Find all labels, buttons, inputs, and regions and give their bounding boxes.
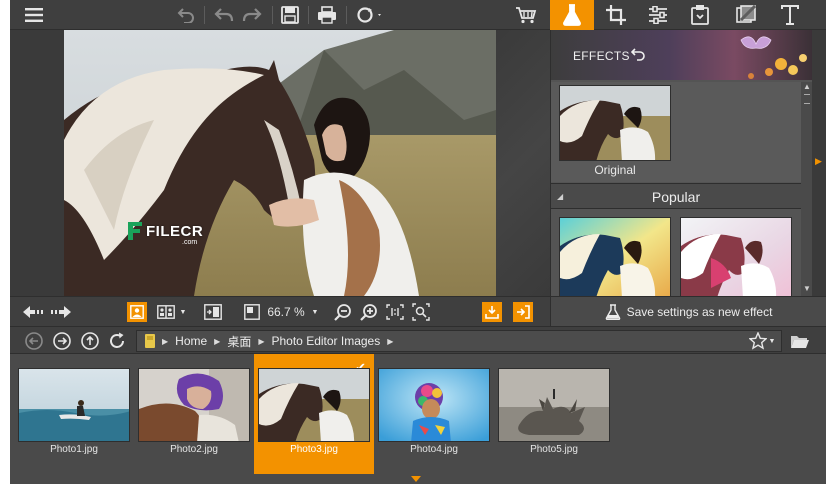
thumbnail-strip: Photo1.jpg Photo2.jpg ✔ Photo3.jpg Photo… bbox=[10, 354, 826, 484]
path-bar[interactable]: ▶ Home ▶ 桌面 ▶ Photo Editor Images ▶ bbox=[136, 330, 782, 352]
original-effect-item[interactable]: Original bbox=[551, 82, 801, 182]
effects-title: EFFECTS bbox=[573, 49, 630, 63]
single-view-icon[interactable] bbox=[127, 302, 147, 322]
watermark-sub: .com bbox=[182, 239, 198, 246]
thumbnail-image[interactable] bbox=[498, 368, 610, 442]
expand-panel-icon[interactable]: ▶ bbox=[815, 156, 822, 167]
shopping-cart-icon[interactable] bbox=[512, 3, 540, 27]
main-photo[interactable] bbox=[64, 30, 496, 296]
thumbnail-item[interactable]: Photo2.jpg bbox=[134, 354, 254, 474]
path-separator[interactable]: ▶ bbox=[258, 337, 264, 346]
image-toolbar: ▼ 66.7 % ▼ bbox=[10, 296, 550, 326]
original-caption: Original bbox=[594, 163, 636, 177]
thumbnail-image[interactable] bbox=[378, 368, 490, 442]
canvas-background bbox=[490, 30, 550, 296]
scroll-up-icon[interactable]: ▲ bbox=[803, 82, 811, 91]
scroll-down-icon[interactable]: ▼ bbox=[803, 284, 811, 293]
drive-icon bbox=[145, 334, 155, 348]
toolbar-divider bbox=[272, 6, 273, 24]
thumbnail-image[interactable] bbox=[258, 368, 370, 442]
zoom-frame-icon[interactable] bbox=[242, 301, 262, 323]
back-icon[interactable] bbox=[24, 331, 44, 351]
zoom-out-icon[interactable] bbox=[332, 301, 354, 323]
text-icon[interactable] bbox=[768, 0, 812, 30]
thumbnail-item[interactable]: Photo4.jpg bbox=[374, 354, 494, 474]
effects-header: EFFECTS bbox=[551, 30, 812, 80]
popular-effect-2[interactable] bbox=[680, 217, 792, 296]
thumbnail-caption: Photo2.jpg bbox=[170, 444, 218, 455]
menu-icon[interactable] bbox=[22, 3, 46, 27]
frames-icon[interactable] bbox=[724, 0, 768, 30]
undo-icon[interactable] bbox=[174, 3, 198, 27]
toolbar-divider bbox=[204, 6, 205, 24]
thumbnail-item[interactable]: Photo5.jpg bbox=[494, 354, 614, 474]
open-folder-icon[interactable] bbox=[788, 331, 812, 351]
main-toolbar bbox=[10, 0, 826, 30]
crop-icon[interactable] bbox=[594, 0, 638, 30]
fit-to-window-icon[interactable] bbox=[202, 301, 224, 323]
favorite-star-icon[interactable] bbox=[748, 331, 768, 351]
toolbar-divider bbox=[346, 6, 347, 24]
redo-step-icon[interactable] bbox=[240, 3, 264, 27]
refresh-icon[interactable] bbox=[107, 331, 127, 351]
zoom-value[interactable]: 66.7 % bbox=[264, 301, 308, 323]
thumbnail-caption: Photo3.jpg bbox=[290, 444, 338, 455]
reset-effects-icon[interactable] bbox=[630, 47, 645, 66]
path-item-folder[interactable]: Photo Editor Images bbox=[272, 334, 381, 348]
share-icon[interactable] bbox=[354, 3, 386, 27]
actual-size-icon[interactable] bbox=[384, 301, 406, 323]
path-separator[interactable]: ▶ bbox=[387, 337, 393, 346]
flask-save-icon bbox=[605, 303, 620, 320]
thumbnail-item-selected[interactable]: ✔ Photo3.jpg bbox=[254, 354, 374, 474]
up-folder-icon[interactable] bbox=[80, 331, 100, 351]
path-item-desktop[interactable]: 桌面 bbox=[227, 333, 251, 350]
panel-collapse-strip[interactable]: ▶ bbox=[812, 30, 826, 326]
watermark-text: FILECR bbox=[146, 222, 204, 240]
effects-scrollbar[interactable]: ▲ ▼ bbox=[801, 82, 812, 296]
thumbnail-caption: Photo1.jpg bbox=[50, 444, 98, 455]
original-thumbnail[interactable] bbox=[559, 85, 671, 161]
effects-flask-icon[interactable] bbox=[550, 0, 594, 30]
toolbar-divider bbox=[308, 6, 309, 24]
popular-section-header[interactable]: ◢ Popular bbox=[551, 183, 801, 209]
watermark: FILECR .com bbox=[128, 222, 204, 246]
thumbnail-item[interactable]: Photo1.jpg bbox=[14, 354, 134, 474]
retouch-icon[interactable] bbox=[678, 0, 722, 30]
scroll-thumb[interactable] bbox=[804, 94, 810, 104]
thumbnail-caption: Photo4.jpg bbox=[410, 444, 458, 455]
import-icon[interactable] bbox=[482, 302, 502, 322]
effects-panel: EFFECTS Original ◢ Popular ▲ ▼ bbox=[550, 30, 812, 296]
photo-editor-window: FILECR .com EFFECTS Original ◢ Popular ▲… bbox=[10, 0, 826, 484]
previous-image-icon[interactable] bbox=[22, 301, 44, 323]
print-icon[interactable] bbox=[315, 3, 339, 27]
zoom-fit-icon[interactable] bbox=[410, 301, 432, 323]
save-effect-label: Save settings as new effect bbox=[626, 304, 773, 319]
thumbnail-caption: Photo5.jpg bbox=[530, 444, 578, 455]
thumbnail-image[interactable] bbox=[138, 368, 250, 442]
path-separator[interactable]: ▶ bbox=[214, 337, 220, 346]
popular-label: Popular bbox=[651, 189, 701, 205]
save-icon[interactable] bbox=[278, 3, 302, 27]
next-image-icon[interactable] bbox=[50, 301, 72, 323]
browser-nav: ▶ Home ▶ 桌面 ▶ Photo Editor Images ▶ ▼ bbox=[10, 326, 826, 354]
popular-effect-1[interactable] bbox=[559, 217, 671, 296]
zoom-dropdown-icon[interactable]: ▼ bbox=[310, 301, 320, 323]
path-item-home[interactable]: Home bbox=[175, 334, 207, 348]
forward-icon[interactable] bbox=[52, 331, 72, 351]
adjust-sliders-icon[interactable] bbox=[636, 0, 680, 30]
image-canvas[interactable]: FILECR .com bbox=[10, 30, 550, 296]
save-effect-button[interactable]: Save settings as new effect bbox=[550, 296, 826, 326]
undo-step-icon[interactable] bbox=[212, 3, 236, 27]
compare-dropdown-icon[interactable]: ▼ bbox=[178, 301, 188, 323]
favorites-dropdown-icon[interactable]: ▼ bbox=[767, 331, 777, 351]
expand-strip-icon[interactable] bbox=[411, 476, 421, 482]
compare-view-icon[interactable] bbox=[156, 301, 176, 323]
export-icon[interactable] bbox=[513, 302, 533, 322]
zoom-in-icon[interactable] bbox=[358, 301, 380, 323]
path-separator[interactable]: ▶ bbox=[162, 337, 168, 346]
thumbnail-image[interactable] bbox=[18, 368, 130, 442]
